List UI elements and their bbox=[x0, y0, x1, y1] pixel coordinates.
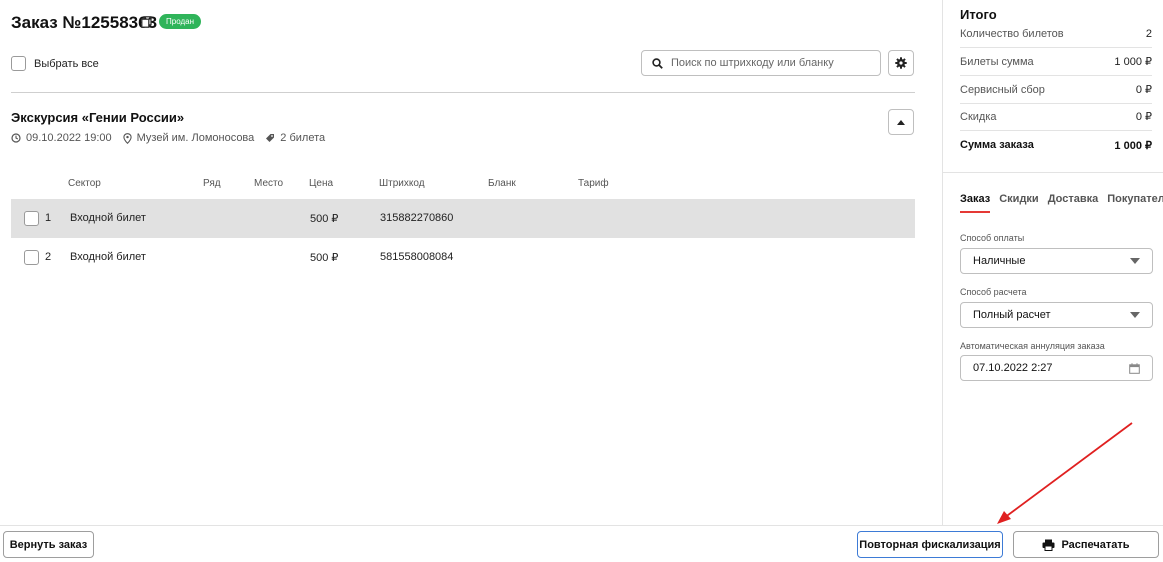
return-order-button[interactable]: Вернуть заказ bbox=[3, 531, 94, 558]
print-button[interactable]: Распечатать bbox=[1013, 531, 1159, 558]
event-datetime-text: 09.10.2022 19:00 bbox=[26, 132, 112, 144]
ticket-icon bbox=[266, 134, 275, 142]
row-checkbox[interactable] bbox=[24, 250, 39, 265]
summary-row-discount: Скидка 0 ₽ bbox=[960, 103, 1152, 131]
annulment-label: Автоматическая аннуляция заказа bbox=[960, 341, 1105, 351]
chevron-down-icon bbox=[1130, 258, 1140, 264]
row-number: 2 bbox=[45, 251, 52, 263]
status-badge: Продан bbox=[159, 14, 202, 29]
annulment-datetime-field[interactable]: 07.10.2022 2:27 bbox=[960, 355, 1153, 381]
row-sector: Входной билет bbox=[70, 251, 146, 263]
collapse-button[interactable] bbox=[888, 109, 914, 135]
summary-row-tickets-sum: Билеты сумма 1 000 ₽ bbox=[960, 48, 1152, 76]
chevron-up-icon bbox=[897, 119, 905, 125]
tab-delivery[interactable]: Доставка bbox=[1048, 193, 1099, 211]
event-venue-text: Музей им. Ломоносова bbox=[136, 132, 255, 144]
summary-label: Сервисный сбор bbox=[960, 83, 1045, 96]
calendar-icon[interactable] bbox=[1129, 362, 1140, 374]
clock-icon bbox=[11, 133, 21, 143]
row-sector: Входной билет bbox=[70, 212, 146, 224]
search-icon bbox=[652, 57, 663, 69]
column-header-price: Цена bbox=[309, 178, 334, 189]
refiscalization-button[interactable]: Повторная фискализация bbox=[857, 531, 1003, 558]
column-header-seat: Место bbox=[254, 178, 284, 189]
page-title: Заказ №12558363 bbox=[11, 13, 158, 32]
divider bbox=[11, 92, 915, 93]
divider bbox=[943, 172, 1163, 173]
summary-value: 2 bbox=[1145, 27, 1152, 40]
column-header-blank: Бланк bbox=[488, 178, 516, 189]
summary-label: Количество билетов bbox=[960, 27, 1064, 40]
payment-method-value: Наличные bbox=[973, 255, 1026, 267]
column-header-sector: Сектор bbox=[68, 178, 101, 189]
summary-value: 0 ₽ bbox=[1135, 84, 1152, 96]
tab-discounts[interactable]: Скидки bbox=[999, 193, 1038, 211]
column-header-barcode: Штрихкод bbox=[379, 178, 425, 189]
print-button-label: Распечатать bbox=[1061, 538, 1130, 551]
search-input[interactable] bbox=[671, 57, 871, 69]
summary-label: Билеты сумма bbox=[960, 55, 1034, 68]
event-title: Экскурсия «Гении России» bbox=[11, 110, 185, 125]
search-field[interactable] bbox=[641, 50, 881, 76]
payment-method-select[interactable]: Наличные bbox=[960, 248, 1153, 274]
location-pin-icon bbox=[122, 132, 132, 144]
event-tickets: 2 билета bbox=[265, 132, 325, 144]
summary-label: Скидка bbox=[960, 110, 997, 123]
select-all-checkbox[interactable] bbox=[11, 56, 26, 71]
settlement-method-label: Способ расчета bbox=[960, 287, 1027, 297]
summary-value: 1 000 ₽ bbox=[1114, 139, 1152, 152]
summary-row-total: Сумма заказа 1 000 ₽ bbox=[960, 131, 1152, 159]
column-header-tariff: Тариф bbox=[578, 178, 609, 189]
row-checkbox[interactable] bbox=[24, 211, 39, 226]
select-all-label: Выбрать все bbox=[34, 57, 99, 70]
summary-row-tickets-count: Количество билетов 2 bbox=[960, 20, 1152, 48]
copy-icon[interactable] bbox=[141, 16, 152, 28]
summary-value: 1 000 ₽ bbox=[1114, 56, 1152, 68]
gear-icon bbox=[895, 57, 907, 69]
table-row[interactable]: 2 Входной билет 500 ₽ 581558008084 bbox=[11, 238, 915, 277]
table-row[interactable]: 1 Входной билет 500 ₽ 315882270860 bbox=[11, 199, 915, 238]
printer-icon bbox=[1042, 539, 1055, 551]
settings-button[interactable] bbox=[888, 50, 914, 76]
payment-method-label: Способ оплаты bbox=[960, 233, 1025, 243]
summary-row-service-fee: Сервисный сбор 0 ₽ bbox=[960, 76, 1152, 104]
event-meta: 09.10.2022 19:00 Музей им. Ломоносова 2 … bbox=[11, 132, 336, 144]
row-number: 1 bbox=[45, 212, 52, 224]
row-price: 500 ₽ bbox=[310, 252, 339, 264]
chevron-down-icon bbox=[1130, 312, 1140, 318]
event-datetime: 09.10.2022 19:00 bbox=[11, 132, 112, 144]
sidebar-tabs: Заказ Скидки Доставка Покупатель bbox=[960, 193, 1163, 213]
tab-order[interactable]: Заказ bbox=[960, 193, 991, 213]
order-main-panel: Заказ №12558363 Продан Выбрать все Экску bbox=[0, 0, 942, 525]
settlement-method-value: Полный расчет bbox=[973, 309, 1051, 321]
tab-buyer[interactable]: Покупатель bbox=[1107, 193, 1163, 211]
settlement-method-select[interactable]: Полный расчет bbox=[960, 302, 1153, 328]
select-all-control[interactable]: Выбрать все bbox=[11, 56, 99, 71]
event-tickets-text: 2 билета bbox=[280, 132, 326, 144]
summary-value: 0 ₽ bbox=[1135, 111, 1152, 123]
footer-bar: Вернуть заказ Повторная фискализация Рас… bbox=[0, 525, 1163, 562]
annotation-arrow bbox=[997, 422, 1133, 524]
row-barcode: 581558008084 bbox=[380, 251, 454, 263]
event-venue: Музей им. Ломоносова bbox=[122, 132, 255, 144]
column-header-row: Ряд bbox=[203, 178, 221, 189]
annulment-value: 07.10.2022 2:27 bbox=[973, 362, 1053, 374]
row-price: 500 ₽ bbox=[310, 213, 339, 225]
row-barcode: 315882270860 bbox=[380, 212, 454, 224]
summary-label: Сумма заказа bbox=[960, 139, 1034, 151]
